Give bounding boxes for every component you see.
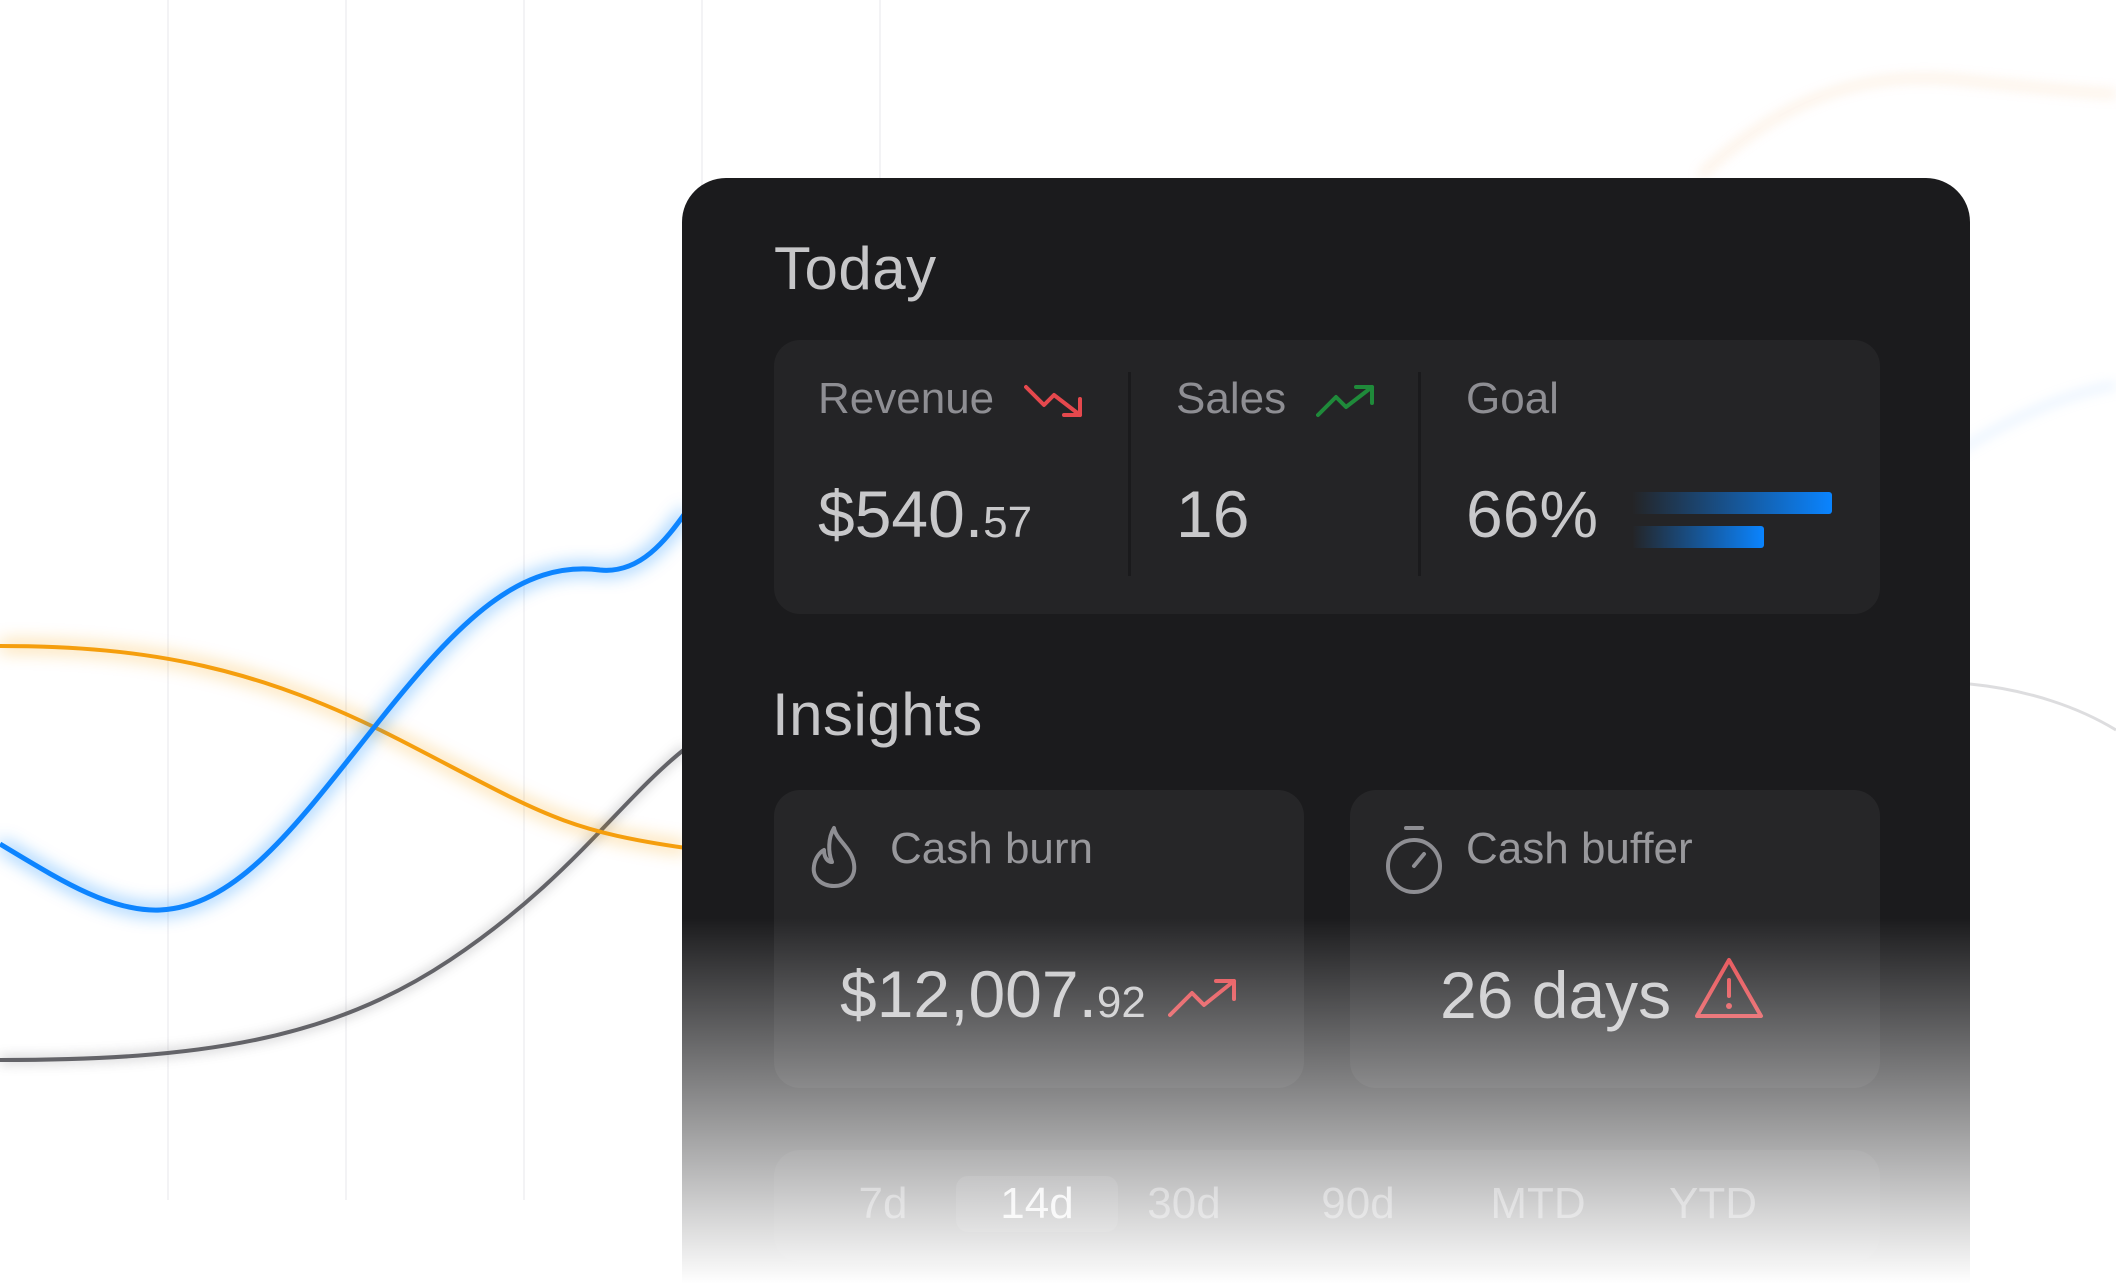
sales-label: Sales (1176, 374, 1287, 423)
background-line-blue-right (1958, 383, 2116, 452)
sales-metric[interactable]: Sales 16 (1176, 340, 1416, 614)
trend-down-icon (1024, 385, 1083, 418)
goal-progress-bar (1632, 526, 1764, 548)
range-tab-14d[interactable]: 14d (956, 1176, 1118, 1232)
goal-metric[interactable]: Goal 66% (1466, 340, 1846, 614)
cash-buffer-card[interactable]: Cash buffer 26 days (1350, 790, 1880, 1088)
revenue-label: Revenue (818, 374, 995, 423)
background-line-orange-right (1698, 76, 2116, 178)
range-tab-ytd[interactable]: YTD (1658, 1176, 1768, 1232)
cash-buffer-label: Cash buffer (1466, 824, 1693, 873)
range-tab-30d[interactable]: 30d (1134, 1176, 1234, 1232)
background-line-orange (0, 644, 687, 850)
cash-burn-label: Cash burn (890, 824, 1094, 873)
range-tab-90d[interactable]: 90d (1308, 1176, 1408, 1232)
range-tab-7d[interactable]: 7d (842, 1176, 924, 1232)
goal-value: 66% (1466, 477, 1599, 551)
today-metrics-card: Revenue $540.57 Sales 16 Goal 66% (774, 340, 1880, 614)
cash-burn-value: $12,007.92 (840, 956, 1240, 1032)
warning-icon (1695, 958, 1764, 1018)
goal-target-bar (1632, 492, 1832, 514)
goal-label: Goal (1466, 374, 1559, 423)
today-heading: Today (774, 235, 937, 302)
trend-up-icon (1316, 385, 1375, 418)
revenue-value: $540.57 (818, 477, 1033, 551)
revenue-metric[interactable]: Revenue $540.57 (818, 340, 1118, 614)
background-line-gray-right (1969, 682, 2116, 732)
range-tab-mtd[interactable]: MTD (1478, 1176, 1598, 1232)
flame-icon (811, 826, 857, 888)
cash-burn-card[interactable]: Cash burn $12,007.92 (774, 790, 1304, 1088)
trend-up-icon (1167, 979, 1236, 1017)
stopwatch-icon (1386, 826, 1442, 894)
range-selector: 7d 14d 30d 90d MTD YTD (774, 1150, 1880, 1262)
sales-value: 16 (1176, 477, 1250, 551)
metric-divider (1418, 372, 1421, 576)
metric-divider (1128, 372, 1131, 576)
dashboard-panel: Today Revenue $540.57 Sales 16 Goal 66% … (682, 178, 1970, 1284)
insights-heading: Insights (772, 681, 983, 748)
cash-buffer-value: 26 days (1440, 956, 1765, 1033)
